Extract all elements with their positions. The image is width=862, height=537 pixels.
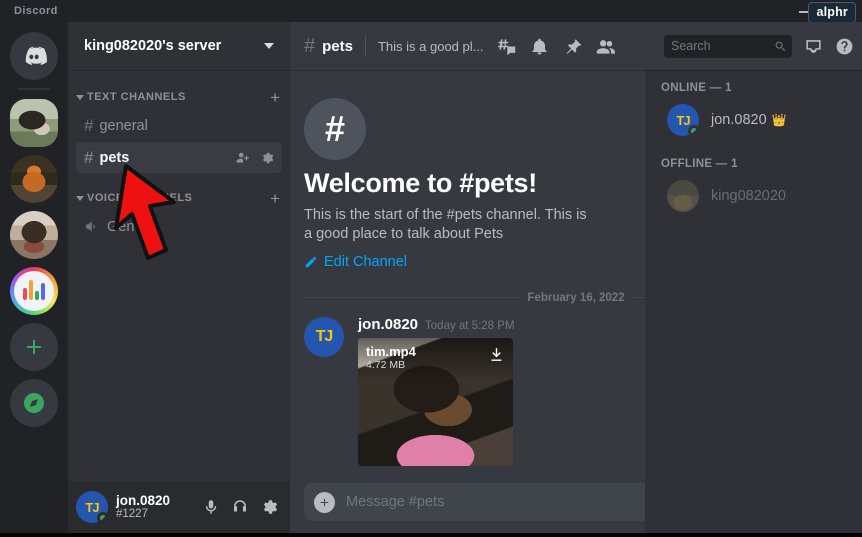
add-server-button[interactable] — [10, 323, 58, 371]
list-item[interactable]: king082020 — [653, 176, 854, 216]
hash-icon: # — [304, 34, 316, 57]
sidebar-item-general[interactable]: # general — [76, 110, 282, 141]
user-name: jon.0820 — [116, 492, 171, 508]
status-badge-online — [688, 125, 699, 136]
plus-circle-icon[interactable] — [314, 491, 335, 513]
chevron-down-icon[interactable] — [76, 195, 84, 201]
headphones-icon[interactable] — [231, 498, 249, 516]
status-badge-online — [97, 512, 108, 523]
sidebar-item-server-3[interactable] — [10, 211, 58, 259]
hash-icon: # — [84, 148, 94, 167]
user-discriminator: #1227 — [116, 508, 148, 521]
message-timestamp: Today at 5:28 PM — [425, 319, 515, 332]
add-voice-channel-button[interactable]: + — [270, 190, 280, 207]
sidebar-item-server-4[interactable] — [10, 267, 58, 315]
threads-icon[interactable] — [497, 37, 516, 56]
avatar[interactable]: TJ — [76, 491, 108, 523]
avatar — [667, 180, 699, 212]
member-name: king082020 — [711, 188, 786, 204]
member-list: ONLINE — 1 TJ jon.0820 👑 OFFLINE — 1 kin… — [645, 70, 862, 533]
download-icon[interactable] — [488, 346, 505, 368]
server-rail — [0, 22, 68, 533]
category-label: VOICE CHANNELS — [87, 192, 193, 204]
message-author[interactable]: jon.0820 — [358, 316, 418, 333]
speaker-icon — [86, 221, 95, 232]
hash-icon: # — [84, 116, 94, 135]
stage-bars-icon — [14, 271, 54, 311]
member-list-icon[interactable] — [596, 37, 616, 56]
server-header[interactable]: king082020's server — [68, 22, 290, 70]
help-icon[interactable] — [835, 37, 854, 56]
member-category-offline: OFFLINE — 1 — [661, 158, 738, 170]
chevron-down-icon[interactable] — [76, 94, 84, 100]
page-title: pets — [322, 37, 353, 55]
search-input[interactable]: Search — [664, 34, 792, 58]
category-label: TEXT CHANNELS — [87, 91, 186, 103]
member-name: jon.0820 — [711, 112, 767, 128]
category-voice-channels[interactable]: VOICE CHANNELS + — [68, 187, 290, 209]
divider — [364, 35, 366, 57]
search-icon — [775, 41, 786, 51]
channel-header: # pets This is a good pl... Search — [290, 22, 862, 70]
discord-window: Discord alphr king082020's server TEXT C… — [0, 0, 862, 537]
add-text-channel-button[interactable]: + — [270, 89, 280, 106]
channel-topic[interactable]: This is a good pl... — [378, 39, 484, 54]
avatar-initials: TJ — [676, 112, 690, 128]
member-category-online: ONLINE — 1 — [661, 82, 732, 94]
main-content: # pets This is a good pl... Search # Wel… — [290, 22, 862, 533]
settings-icon[interactable] — [260, 498, 278, 516]
pinned-messages-icon[interactable] — [563, 37, 582, 56]
window-title-bar: Discord alphr — [0, 0, 862, 23]
window-bottom-edge — [0, 533, 862, 537]
invite-icon[interactable] — [236, 151, 250, 165]
date-label: February 16, 2022 — [527, 291, 625, 304]
search-placeholder: Search — [671, 39, 711, 53]
category-text-channels[interactable]: TEXT CHANNELS + — [68, 86, 290, 108]
channel-sidebar: king082020's server TEXT CHANNELS + # ge… — [68, 22, 290, 533]
avatar: TJ — [667, 104, 699, 136]
alphr-watermark: alphr — [808, 2, 856, 23]
edit-channel-label: Edit Channel — [324, 253, 408, 270]
channel-label: general — [99, 117, 148, 134]
notifications-bell-icon[interactable] — [530, 37, 549, 56]
avatar[interactable]: TJ — [304, 316, 344, 357]
discord-home-icon[interactable] — [10, 32, 58, 80]
crown-icon: 👑 — [771, 113, 787, 127]
welcome-description: This is the start of the #pets channel. … — [304, 207, 587, 242]
welcome-hash-icon: # — [304, 98, 366, 160]
sidebar-item-server-2[interactable] — [10, 155, 58, 203]
channel-label: General — [107, 218, 159, 235]
microphone-icon[interactable] — [202, 498, 220, 516]
settings-icon[interactable] — [260, 151, 274, 165]
pencil-icon — [305, 256, 317, 267]
rail-separator — [18, 88, 50, 90]
avatar-initials: TJ — [85, 499, 99, 515]
sidebar-item-server-1[interactable] — [10, 99, 58, 147]
server-name: king082020's server — [84, 38, 222, 54]
avatar-initials: TJ — [315, 327, 334, 345]
sidebar-item-pets[interactable]: # pets — [76, 142, 282, 173]
user-panel: TJ jon.0820 #1227 — [68, 481, 290, 533]
explore-servers-button[interactable] — [10, 379, 58, 427]
chevron-down-icon[interactable] — [264, 43, 274, 49]
inbox-icon[interactable] — [804, 37, 823, 56]
video-attachment[interactable]: tim.mp4 4.72 MB — [358, 337, 513, 466]
sidebar-item-voice-general[interactable]: General — [76, 211, 282, 242]
channel-list: TEXT CHANNELS + # general # pets VOICE C… — [68, 70, 290, 242]
attachment-filename: tim.mp4 — [366, 343, 416, 359]
attachment-filesize: 4.72 MB — [366, 359, 406, 372]
list-item[interactable]: TJ jon.0820 👑 — [653, 100, 854, 140]
app-title: Discord — [14, 5, 58, 17]
channel-label: pets — [99, 149, 130, 166]
